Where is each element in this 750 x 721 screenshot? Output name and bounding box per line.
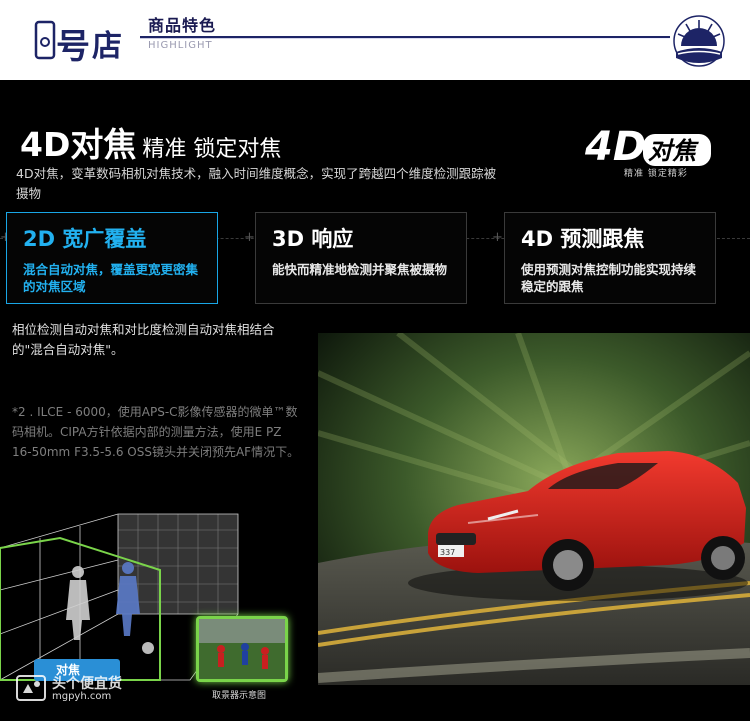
viewfinder-preview <box>196 616 288 682</box>
headline-tagline: 精准 锁定对焦 <box>142 137 282 162</box>
watermark-url: mgpyh.com <box>52 691 112 702</box>
car-photo-illustration: 337 <box>318 333 750 685</box>
feature-intro-text: 4D对焦，变革数码相机对焦技术，融入时间维度概念，实现了跨越四个维度检测跟踪被摄… <box>16 166 497 201</box>
headline-main: 4D对焦 <box>20 125 137 164</box>
viewfinder-scene <box>199 619 285 679</box>
feature-card-2d: 2D 宽广覆盖 混合自动对焦，覆盖更宽更密集的对焦区域 <box>6 212 218 304</box>
watermark-logo-icon <box>16 675 46 701</box>
viewfinder-caption: 取景器示意图 <box>212 691 267 701</box>
feature-card-desc: 使用预测对焦控制功能实现持续稳定的跟焦 <box>521 262 697 294</box>
feature-card-4d: 4D 预测跟焦 使用预测对焦控制功能实现持续稳定的跟焦 <box>504 212 716 304</box>
footnote-text: *2 . ILCE - 6000，使用APS-C影像传感器的微单™数码相机。CI… <box>12 405 300 459</box>
plus-marker: + <box>244 230 255 245</box>
feature-headline: 4D对焦 精准 锁定对焦 <box>20 118 281 166</box>
feature-card-desc: 混合自动对焦，覆盖更宽更密集的对焦区域 <box>23 262 199 294</box>
store-logo-icon: 号 店 <box>34 20 122 67</box>
svg-text:对焦: 对焦 <box>648 137 699 165</box>
header-banner: 号 店 商品特色 HIGHLIGHT <box>0 0 750 80</box>
svg-text:号: 号 <box>56 27 90 67</box>
car-photo: 337 <box>318 333 750 685</box>
site-watermark: 头个便宜货 mgpyh.com <box>16 675 122 705</box>
header-divider-fade <box>140 38 670 39</box>
feature-card-title: 2D 宽广覆盖 <box>23 227 147 251</box>
sunrise-emblem-icon <box>673 15 725 67</box>
feature-card-3d: 3D 响应 能快而精准地检测并聚焦被摄物 <box>255 212 467 304</box>
badge-caption: 精准 锁定精彩 <box>624 169 688 179</box>
watermark-name: 头个便宜货 <box>52 676 122 692</box>
svg-text:4D: 4D <box>585 124 646 170</box>
section-title: 商品特色 <box>148 16 217 35</box>
feature-card-title: 4D 预测跟焦 <box>521 227 645 251</box>
license-plate: 337 <box>440 548 455 557</box>
feature-card-title: 3D 响应 <box>272 227 354 251</box>
hybrid-af-note: 相位检测自动对焦和对比度检测自动对焦相结合的"混合自动对焦"。 <box>12 322 275 357</box>
plus-marker: + <box>492 230 503 245</box>
svg-text:店: 店 <box>92 29 122 64</box>
section-subtitle: HIGHLIGHT <box>148 40 213 51</box>
feature-card-desc: 能快而精准地检测并聚焦被摄物 <box>272 262 448 277</box>
